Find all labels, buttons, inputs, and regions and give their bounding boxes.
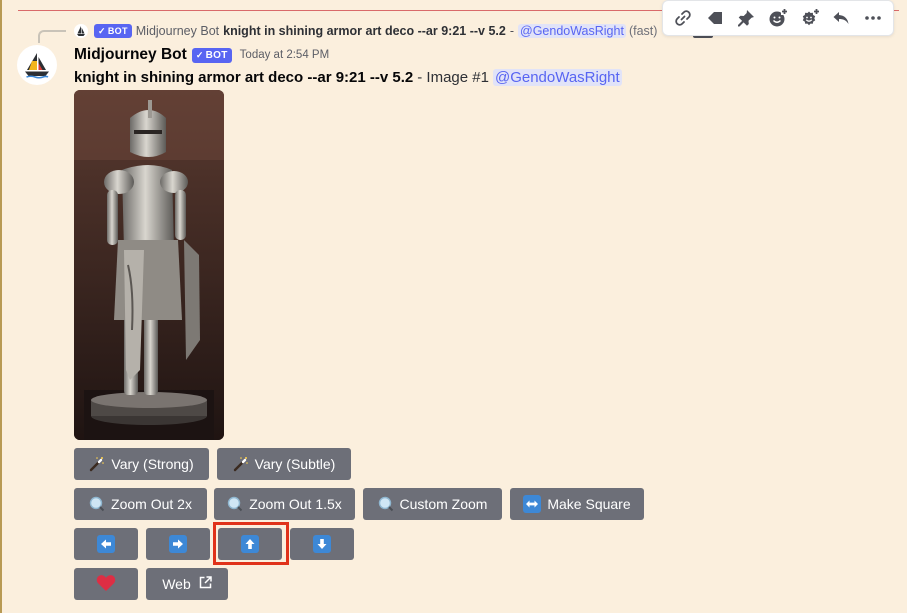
tag-icon [707, 12, 722, 24]
reply-avatar[interactable] [74, 24, 88, 38]
reply-icon [833, 12, 849, 24]
zoom-out-1-5x-button[interactable]: Zoom Out 1.5x [214, 488, 355, 520]
bot-tag: ✓ BOT [191, 47, 232, 63]
highlight-border [0, 0, 2, 613]
pin-icon [738, 10, 755, 27]
pan-down-button[interactable] [290, 528, 354, 560]
magic-wand-icon [233, 456, 249, 472]
tag-button[interactable] [699, 2, 731, 34]
pan-up-button[interactable] [218, 528, 282, 560]
sailboat-icon [77, 26, 85, 36]
add-super-reaction-button[interactable] [794, 2, 826, 34]
add-reaction-button[interactable] [762, 2, 794, 34]
timestamp: Today at 2:54 PM [239, 49, 330, 61]
message-header: Midjourney Bot ✓ BOT Today at 2:54 PM [74, 44, 329, 66]
message-container: ✓ BOT Midjourney Bot knight in shining ar… [0, 0, 907, 613]
link-icon [675, 10, 691, 26]
reply-dash: - [509, 24, 514, 38]
reply-reference[interactable]: ✓ BOT Midjourney Bot knight in shining ar… [74, 22, 657, 40]
arrow-right-icon [169, 535, 187, 553]
reply-mention[interactable]: @GendoWasRight [518, 24, 626, 38]
left-right-arrow-icon [523, 495, 542, 513]
reply-text[interactable]: knight in shining armor art deco --ar 9:… [223, 24, 506, 38]
zoom-out-2x-label: Zoom Out 2x [111, 496, 192, 512]
magnifier-icon [227, 496, 243, 512]
avatar[interactable] [17, 45, 57, 85]
message-toolbar [662, 0, 894, 36]
author-name[interactable]: Midjourney Bot [74, 46, 187, 64]
make-square-button[interactable]: Make Square [510, 488, 644, 520]
sailboat-icon [25, 53, 49, 79]
reply-spine [38, 30, 66, 43]
reply-button[interactable] [826, 2, 858, 34]
pan-right-button[interactable] [146, 528, 210, 560]
generated-image[interactable] [74, 90, 224, 440]
favorite-button[interactable] [74, 568, 138, 600]
custom-zoom-label: Custom Zoom [399, 496, 488, 512]
magic-wand-icon [89, 456, 105, 472]
more-options-button[interactable] [857, 2, 889, 34]
arrow-up-icon [241, 535, 259, 553]
vary-strong-button[interactable]: Vary (Strong) [74, 448, 209, 480]
add-super-reaction-icon [802, 8, 820, 26]
make-square-label: Make Square [547, 496, 631, 512]
custom-zoom-button[interactable]: Custom Zoom [363, 488, 502, 520]
image-number: - Image #1 [417, 68, 489, 86]
vary-strong-label: Vary (Strong) [111, 456, 194, 472]
reply-mode: (fast) [628, 24, 658, 38]
pin-button[interactable] [730, 2, 762, 34]
more-icon [865, 16, 881, 20]
reply-author[interactable]: Midjourney Bot [136, 24, 219, 38]
checkmark-icon: ✓ [98, 25, 106, 36]
pan-left-button[interactable] [74, 528, 138, 560]
message-content: knight in shining armor art deco --ar 9:… [74, 67, 622, 87]
magnifier-icon [378, 496, 394, 512]
web-label: Web [162, 576, 191, 592]
add-reaction-icon [769, 8, 789, 27]
zoom-out-1-5x-label: Zoom Out 1.5x [249, 496, 342, 512]
arrow-down-icon [313, 535, 331, 553]
copy-link-button[interactable] [667, 2, 699, 34]
arrow-left-icon [97, 535, 115, 553]
checkmark-icon: ✓ [195, 49, 204, 60]
prompt-text: knight in shining armor art deco --ar 9:… [74, 68, 414, 86]
zoom-out-2x-button[interactable]: Zoom Out 2x [74, 488, 207, 520]
knight-image [74, 90, 224, 440]
magnifier-icon [89, 496, 105, 512]
user-mention[interactable]: @GendoWasRight [492, 68, 622, 86]
vary-subtle-label: Vary (Subtle) [254, 456, 336, 472]
reply-bot-tag: ✓ BOT [94, 24, 132, 38]
heart-icon [96, 574, 116, 595]
external-link-icon [199, 576, 212, 592]
web-link-button[interactable]: Web [146, 568, 228, 600]
vary-subtle-button[interactable]: Vary (Subtle) [217, 448, 351, 480]
